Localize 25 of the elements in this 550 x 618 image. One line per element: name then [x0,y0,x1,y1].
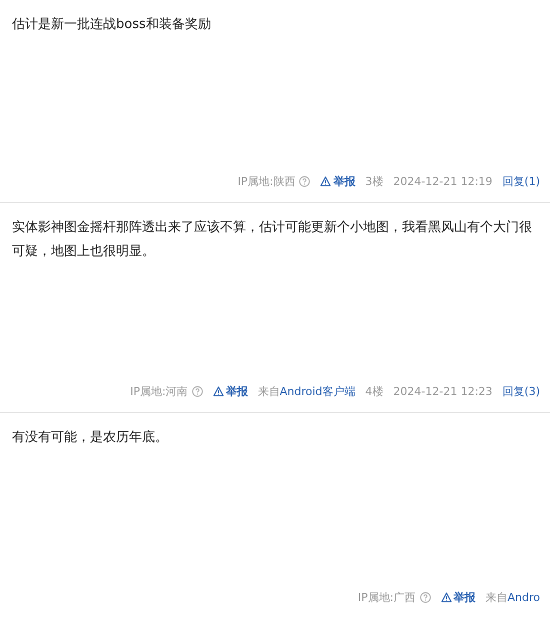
report-link[interactable]: 举报 [320,174,356,190]
report-link[interactable]: 举报 [212,384,248,400]
client-source: 来自Andro [486,590,540,606]
post-text: 实体影神图金摇杆那阵透出来了应该不算，估计可能更新个小地图，我看黑风山有个大门很可疑，地图上也很明显。 [12,219,533,261]
reply-link[interactable]: 回复(3) [502,384,540,400]
ip-location: IP属地:陕西 [238,174,296,190]
post-text: 估计是新一批连战boss和装备奖励 [12,16,212,34]
ip-location: IP属地:广西 [358,590,416,606]
post-time: 2024-12-21 12:19 [393,174,492,190]
post-text: 有没有可能，是农历年底。 [12,429,169,447]
help-icon[interactable] [299,176,310,188]
warning-icon [440,592,452,604]
ip-location: IP属地:河南 [130,384,188,400]
warning-icon [320,176,332,188]
client-link[interactable]: Andro [508,590,540,604]
post-time: 2024-12-21 12:23 [393,384,492,400]
report-link[interactable]: 举报 [440,590,476,606]
reply-link[interactable]: 回复(1) [502,174,540,190]
warning-icon [212,386,224,398]
floor-number: 4楼 [365,384,384,400]
help-icon[interactable] [192,386,203,398]
help-icon[interactable] [420,592,430,604]
floor-number: 3楼 [365,174,384,190]
client-link[interactable]: Android客户端 [280,384,356,398]
client-source: 来自Android客户端 [258,384,356,400]
